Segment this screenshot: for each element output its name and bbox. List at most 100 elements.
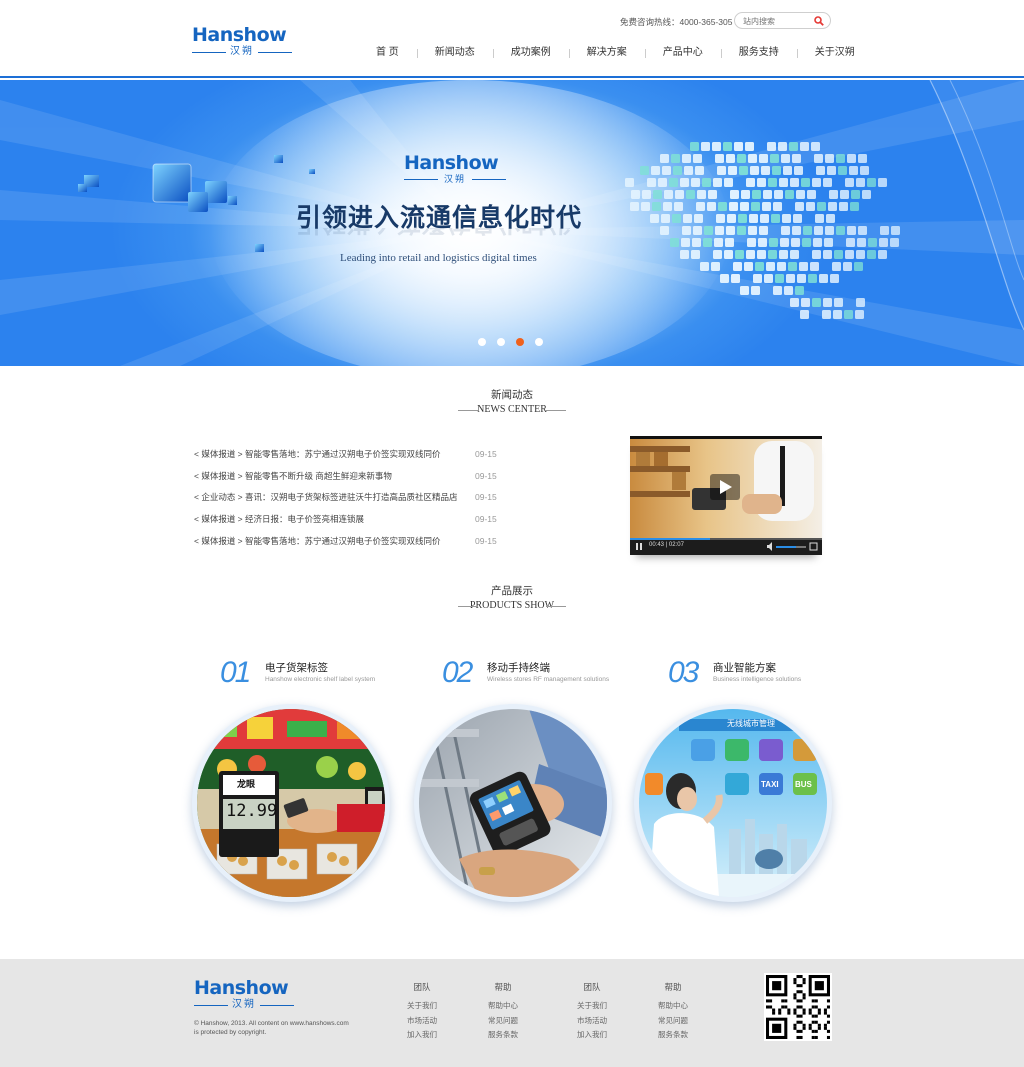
- footer-link[interactable]: 常见问题: [473, 1014, 533, 1029]
- news-date: 09-15: [475, 514, 497, 525]
- news-list: < 媒体报道 > 智能零售落地：苏宁通过汉朔电子价签实现双线同价 09-15 <…: [194, 447, 514, 555]
- footer-link[interactable]: 帮助中心: [473, 999, 533, 1014]
- tile-taxi: TAXI: [761, 780, 779, 789]
- search-box: [734, 12, 831, 29]
- banner-subheadline: Leading into retail and logistics digita…: [340, 252, 537, 264]
- news-title-cn: 新闻动态: [491, 389, 533, 401]
- site-logo[interactable]: Hanshow 汉朔: [192, 24, 292, 60]
- carousel-dot[interactable]: [497, 338, 505, 346]
- nav-item-home[interactable]: 首 页: [358, 46, 417, 60]
- news-item[interactable]: < 媒体报道 > 经济日报：电子价签亮相连锁展 09-15: [194, 512, 514, 534]
- product-subtitle: Business intelligence solutions: [713, 676, 802, 683]
- footer-link[interactable]: 常见问题: [643, 1014, 703, 1029]
- product-image-frame[interactable]: 无线城市管理 TAXI BUS: [634, 704, 832, 902]
- video-time: 00:43 | 02:07: [649, 542, 684, 548]
- product-title[interactable]: 移动手持终端: [487, 660, 550, 675]
- news-date: 09-15: [475, 492, 497, 503]
- news-headline[interactable]: < 媒体报道 > 智能零售落地：苏宁通过汉朔电子价签实现双线同价: [194, 449, 441, 459]
- main-nav: 首 页 新闻动态 成功案例 解决方案 产品中心 服务支持 关于汉朔: [358, 46, 873, 60]
- product-card-handheld[interactable]: 02 移动手持终端 Wireless stores RF management …: [414, 656, 652, 916]
- news-date: 09-15: [475, 470, 497, 481]
- video-frame: [630, 436, 822, 555]
- search-icon[interactable]: [814, 16, 824, 26]
- product-title[interactable]: 电子货架标签: [265, 660, 328, 675]
- footer-column-team: 团队 关于我们 市场活动 加入我们: [392, 981, 452, 1043]
- nav-item-solutions[interactable]: 解决方案: [568, 46, 645, 60]
- search-input[interactable]: [743, 15, 813, 27]
- news-item[interactable]: < 媒体报道 > 智能零售落地：苏宁通过汉朔电子价签实现双线同价 09-15: [194, 447, 514, 469]
- carousel-dot[interactable]: [535, 338, 543, 346]
- product-image-frame[interactable]: 龙眼 12.99: [192, 704, 390, 902]
- banner-headline-reflection: 引领进入流通信息化时代: [296, 228, 616, 242]
- footer-link[interactable]: 关于我们: [392, 999, 452, 1014]
- qr-code-graphic: [766, 975, 830, 1039]
- footer-logo-subtitle: 汉朔: [194, 999, 294, 1011]
- footer-column-team: 团队 关于我们 市场活动 加入我们: [562, 981, 622, 1043]
- product-title[interactable]: 商业智能方案: [713, 660, 776, 675]
- footer-column-heading: 团队: [583, 982, 601, 992]
- copyright-text: © Hanshow, 2013. All content on www.hans…: [194, 1020, 349, 1036]
- hero-banner: Hanshow 汉朔 引领进入流通信息化时代 引领进入流通信息化时代 Leadi…: [0, 80, 1024, 366]
- news-headline[interactable]: < 企业动态 > 喜讯：汉朔电子货架标签进驻沃牛打造高品质社区精品店: [194, 492, 458, 502]
- hotline-text: 免费咨询热线：4000-365-305: [620, 17, 733, 27]
- news-headline[interactable]: < 媒体报道 > 经济日报：电子价签亮相连锁展: [194, 514, 364, 524]
- news-item[interactable]: < 企业动态 > 喜讯：汉朔电子货架标签进驻沃牛打造高品质社区精品店 09-15: [194, 490, 514, 512]
- nav-item-cases[interactable]: 成功案例: [492, 46, 569, 60]
- nav-item-products[interactable]: 产品中心: [644, 46, 721, 60]
- news-headline[interactable]: < 媒体报道 > 智能零售落地：苏宁通过汉朔电子价签实现双线同价: [194, 536, 441, 546]
- site-footer: Hanshow 汉朔 © Hanshow, 2013. All content …: [0, 959, 1024, 1067]
- product-card-bi[interactable]: 03 商业智能方案 Business intelligence solution…: [634, 656, 878, 916]
- product-number: 02: [442, 656, 473, 689]
- esl-tag-name: 龙眼: [237, 780, 256, 790]
- qr-code: [764, 973, 832, 1041]
- carousel-indicators: [478, 338, 543, 346]
- screen-title: 无线城市管理: [727, 719, 775, 728]
- product-image-bi: [639, 709, 827, 897]
- footer-column-heading: 团队: [413, 982, 431, 992]
- news-item[interactable]: < 媒体报道 > 智能零售不断升级 商超生鲜迎来新事物 09-15: [194, 469, 514, 491]
- news-title-en: NEWS CENTER: [412, 403, 612, 417]
- site-header: Hanshow 汉朔 免费咨询热线：4000-365-305 首 页 新闻动态 …: [0, 0, 1024, 78]
- nav-item-about[interactable]: 关于汉朔: [796, 46, 873, 60]
- footer-link[interactable]: 加入我们: [562, 1028, 622, 1043]
- footer-link[interactable]: 帮助中心: [643, 999, 703, 1014]
- product-image-frame[interactable]: [414, 704, 612, 902]
- products-title-en: PRODUCTS SHOW: [412, 599, 612, 613]
- products-title-cn: 产品展示: [491, 585, 533, 597]
- footer-column-heading: 帮助: [664, 982, 682, 992]
- logo-subtitle: 汉朔: [192, 46, 292, 58]
- product-card-esl[interactable]: 01 电子货架标签 Hanshow electronic shelf label…: [192, 656, 430, 916]
- footer-link[interactable]: 市场活动: [562, 1014, 622, 1029]
- carousel-dot[interactable]: [478, 338, 486, 346]
- product-number: 01: [220, 656, 251, 689]
- footer-column-heading: 帮助: [494, 982, 512, 992]
- logo-wordmark: Hanshow: [192, 24, 287, 46]
- banner-logo-wordmark: Hanshow: [404, 152, 499, 174]
- footer-link[interactable]: 加入我们: [392, 1028, 452, 1043]
- footer-link[interactable]: 市场活动: [392, 1014, 452, 1029]
- esl-price: 12.99: [226, 801, 278, 821]
- news-section-title: 新闻动态 NEWS CENTER: [412, 388, 612, 417]
- footer-logo-wordmark: Hanshow: [194, 977, 289, 999]
- banner-logo: Hanshow 汉朔: [404, 152, 506, 184]
- product-number: 03: [668, 656, 699, 689]
- products-section-title: 产品展示 PRODUCTS SHOW: [412, 584, 612, 613]
- news-date: 09-15: [475, 535, 497, 546]
- tile-bus: BUS: [795, 780, 812, 789]
- product-subtitle: Hanshow electronic shelf label system: [265, 676, 376, 683]
- news-date: 09-15: [475, 449, 497, 459]
- news-item[interactable]: < 媒体报道 > 智能零售落地：苏宁通过汉朔电子价签实现双线同价 09-15: [194, 534, 514, 556]
- carousel-dot-active[interactable]: [516, 338, 524, 346]
- footer-column-help: 帮助 帮助中心 常见问题 服务条款: [643, 981, 703, 1043]
- footer-link[interactable]: 服务条款: [643, 1028, 703, 1043]
- nav-item-support[interactable]: 服务支持: [720, 46, 797, 60]
- video-player[interactable]: 00:43 | 02:07: [630, 436, 822, 555]
- banner-logo-subtitle: 汉朔: [404, 174, 506, 184]
- footer-logo[interactable]: Hanshow 汉朔: [194, 977, 294, 1013]
- footer-link[interactable]: 服务条款: [473, 1028, 533, 1043]
- news-headline[interactable]: < 媒体报道 > 智能零售不断升级 商超生鲜迎来新事物: [194, 471, 392, 481]
- nav-item-news[interactable]: 新闻动态: [416, 46, 493, 60]
- footer-link[interactable]: 关于我们: [562, 999, 622, 1014]
- product-subtitle: Wireless stores RF management solutions: [487, 676, 610, 683]
- product-image-handheld: [419, 709, 607, 897]
